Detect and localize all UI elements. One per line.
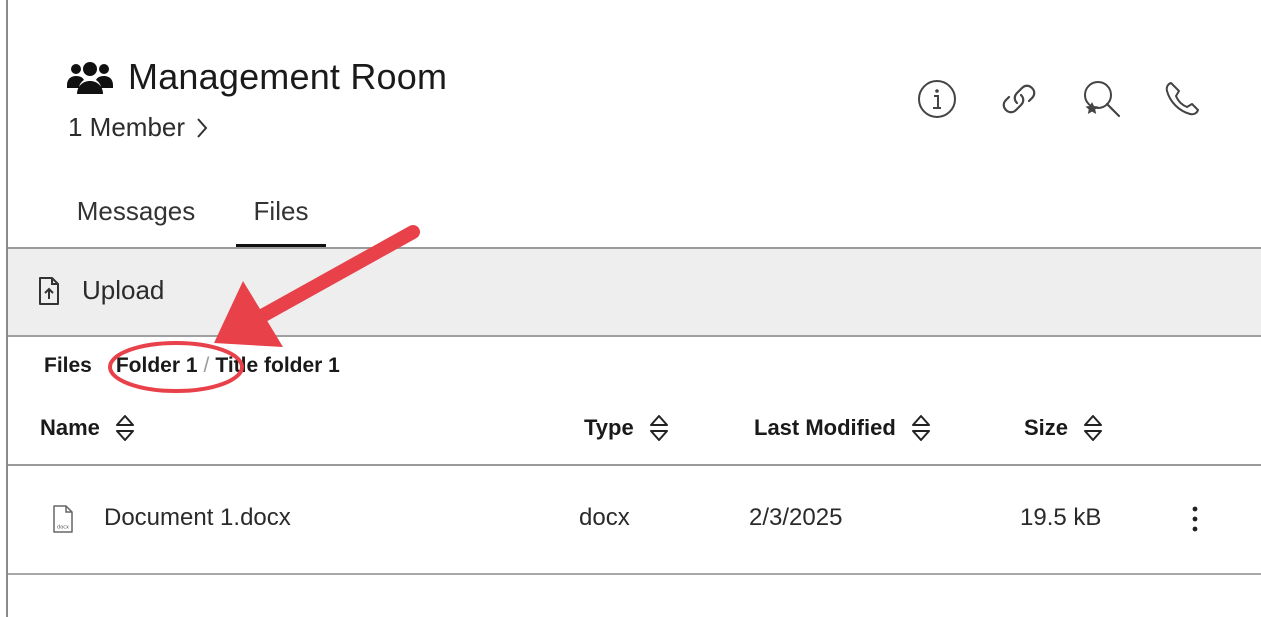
table-row[interactable]: docx Document 1.docx docx 2/3/2025 19.5 … <box>8 466 1261 574</box>
column-type-label: Type <box>584 415 634 440</box>
upload-file-icon <box>39 276 59 305</box>
breadcrumb: Files Folder 1 / Title folder 1 <box>44 354 340 378</box>
link-icon <box>1002 84 1036 114</box>
chevron-right-icon <box>197 117 208 138</box>
group-people-icon <box>67 62 113 94</box>
sort-icon <box>911 415 930 441</box>
room-title: Management Room <box>128 56 448 97</box>
info-icon <box>918 80 956 118</box>
sort-icon <box>1084 415 1103 441</box>
file-last-modified: 2/3/2025 <box>749 504 843 531</box>
tab-files-label: Files <box>253 196 309 226</box>
toolbar-divider <box>8 335 1261 337</box>
tab-files[interactable]: Files <box>236 186 326 248</box>
breadcrumb-folder-1[interactable]: Folder 1 <box>116 354 198 378</box>
call-button[interactable] <box>1160 76 1206 122</box>
svg-text:docx: docx <box>57 525 69 531</box>
breadcrumb-separator: / <box>203 354 210 377</box>
sort-icon <box>115 415 134 441</box>
members-count-label: 1 Member <box>68 112 186 142</box>
breadcrumb-files[interactable]: Files <box>44 354 92 378</box>
room-tabs: Messages Files <box>48 186 326 248</box>
files-toolbar: Upload <box>8 249 1261 335</box>
row-more-button[interactable] <box>1184 502 1206 536</box>
column-header-type[interactable]: Type <box>584 412 670 444</box>
column-header-last-modified[interactable]: Last Modified <box>754 412 932 444</box>
file-name[interactable]: Document 1.docx <box>104 504 291 532</box>
search-star-icon <box>1084 81 1121 118</box>
starred-search-button[interactable] <box>1078 76 1124 122</box>
info-button[interactable] <box>914 76 960 122</box>
column-name-label: Name <box>40 415 100 440</box>
upload-button[interactable]: Upload <box>38 275 164 306</box>
column-header-name[interactable]: Name <box>40 412 136 444</box>
upload-label: Upload <box>82 275 165 305</box>
file-size: 19.5 kB <box>1020 504 1102 531</box>
tab-messages[interactable]: Messages <box>48 186 224 248</box>
sort-icon <box>649 415 668 441</box>
table-bottom-divider <box>8 573 1261 575</box>
column-header-size[interactable]: Size <box>1024 412 1104 444</box>
file-type: docx <box>579 504 630 531</box>
column-size-label: Size <box>1024 415 1069 440</box>
room-header: Management Room 1 Member Messages Files <box>8 6 1261 248</box>
phone-icon <box>1165 82 1199 116</box>
header-actions <box>914 76 1206 122</box>
column-last-modified-label: Last Modified <box>754 415 896 440</box>
docx-file-icon: docx <box>53 505 73 533</box>
tab-messages-label: Messages <box>76 196 196 226</box>
link-button[interactable] <box>996 76 1042 122</box>
breadcrumb-current-folder: Title folder 1 <box>215 354 340 377</box>
more-vertical-icon <box>1192 506 1198 532</box>
members-link[interactable]: 1 Member <box>68 112 209 143</box>
room-title-row: Management Room <box>66 56 447 98</box>
